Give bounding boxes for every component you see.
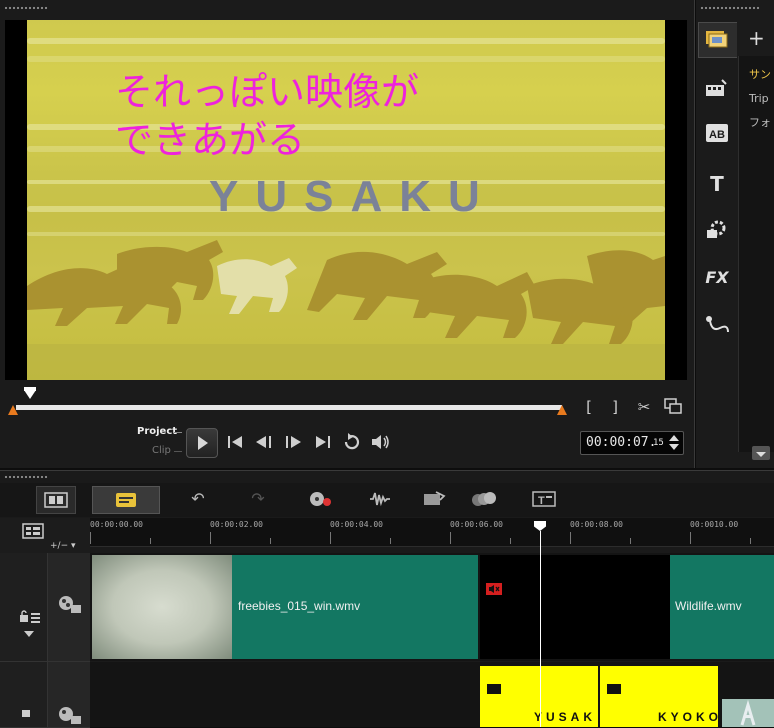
tick-label: 00:00:04.00 — [330, 520, 383, 529]
volume-icon[interactable] — [370, 433, 392, 455]
video-clip[interactable]: freebies_015_win.wmv — [92, 555, 478, 659]
title-clip[interactable]: KYOKO — [600, 666, 718, 727]
record-capture-icon[interactable] — [302, 486, 338, 512]
tick-label: 00:00:02.00 — [210, 520, 263, 529]
graphic-icon[interactable] — [702, 218, 732, 242]
clip-name: YUSAK — [534, 710, 597, 724]
timecode-up-icon[interactable] — [669, 435, 679, 441]
tick-label: 00:00:08.00 — [570, 520, 623, 529]
panel-grip[interactable] — [4, 6, 48, 10]
clip-thumbnail — [92, 555, 232, 659]
split-clip-icon[interactable]: ✂ — [634, 398, 654, 416]
trim-start-marker[interactable] — [8, 405, 18, 415]
tick-label: 00:0010.00 — [690, 520, 739, 529]
overlay-track-button[interactable] — [47, 662, 91, 727]
previous-frame-icon[interactable] — [254, 434, 276, 454]
caption-text: それっぽい映像が できあがる — [115, 70, 420, 162]
storyboard-view-icon[interactable] — [36, 486, 76, 514]
title-clip[interactable]: YUSAK — [480, 666, 598, 727]
title-icon[interactable]: T — [702, 172, 732, 196]
path-icon[interactable] — [702, 314, 732, 338]
sound-mixer-icon[interactable] — [362, 486, 398, 512]
mute-icon — [486, 583, 502, 595]
title-clip-icon — [487, 684, 501, 694]
video-frame-image: それっぽい映像が できあがる YUSAKU — [27, 20, 665, 380]
scrubber-handle[interactable] — [24, 390, 36, 399]
video-track-button[interactable] — [47, 553, 91, 661]
time-ruler[interactable]: 00:00:00.00 00:00:02.00 00:00:04.00 00:0… — [90, 518, 774, 547]
subtitle-editor-icon[interactable]: T — [526, 486, 562, 512]
timeline-panel: ↶ ↷ T +/− ▾ 00:00:00.00 00:00:02.00 00:0… — [0, 470, 774, 728]
library-item[interactable]: Trip — [749, 92, 769, 105]
video-preview: それっぽい映像が できあがる YUSAKU — [5, 20, 687, 380]
scrubber-handle-cap — [24, 387, 36, 391]
overlay-clip-thumbnail[interactable] — [722, 699, 774, 727]
go-to-end-icon[interactable] — [314, 434, 332, 454]
mode-indicator-line — [174, 451, 182, 452]
timecode-value: 00:00:07. — [586, 435, 657, 450]
instant-project-icon[interactable] — [702, 78, 732, 102]
clip-name: Wildlife.wmv — [675, 599, 742, 613]
timeline-view-icon[interactable] — [92, 486, 160, 514]
play-button[interactable] — [186, 428, 218, 458]
track-manager-icon[interactable] — [22, 522, 44, 544]
repeat-icon[interactable] — [342, 433, 362, 455]
ruler-ticks — [90, 532, 751, 544]
timecode-frames: 15 — [653, 438, 664, 448]
add-icon[interactable]: + — [748, 26, 765, 50]
panel-grip[interactable] — [700, 6, 760, 10]
timecode-field[interactable]: 00:00:07. 15 — [580, 431, 684, 455]
library-item[interactable]: フォ — [749, 114, 771, 130]
mark-in-button[interactable]: [ — [582, 398, 596, 416]
trim-end-marker[interactable] — [557, 405, 567, 415]
enlarge-preview-icon[interactable] — [662, 398, 684, 418]
redo-icon[interactable]: ↷ — [240, 486, 276, 512]
expand-track-icon[interactable] — [24, 631, 34, 637]
title-overlay-text: YUSAKU — [209, 172, 497, 221]
preview-panel: それっぽい映像が できあがる YUSAKU [ ] ✂ Project Clip… — [0, 0, 695, 468]
video-clip[interactable]: Wildlife.wmv — [670, 555, 774, 659]
mode-indicator-line — [174, 432, 182, 433]
overlay-track-header — [0, 662, 91, 728]
horses-image — [27, 240, 665, 380]
svg-text:AB: AB — [709, 129, 725, 141]
go-to-start-icon[interactable] — [226, 434, 244, 454]
transition-icon[interactable]: AB — [702, 122, 732, 146]
media-icon[interactable] — [702, 28, 732, 52]
track-lock-icon[interactable] — [20, 704, 34, 723]
video-track-header — [0, 553, 91, 662]
filter-fx-icon[interactable]: FX — [702, 266, 732, 290]
library-menu-button[interactable] — [752, 446, 770, 460]
video-clip-muted[interactable] — [480, 555, 670, 659]
tick-label: 00:00:00.00 — [90, 520, 143, 529]
svg-text:T: T — [538, 495, 545, 507]
panel-grip[interactable] — [4, 475, 48, 479]
next-frame-icon[interactable] — [283, 434, 305, 454]
undo-icon[interactable]: ↶ — [180, 486, 216, 512]
zoom-controls-icon[interactable]: +/− ▾ — [50, 541, 76, 551]
track-lock-icon[interactable] — [18, 609, 42, 628]
timecode-down-icon[interactable] — [669, 444, 679, 450]
project-mode-toggle[interactable]: Project — [137, 426, 177, 437]
library-list: サン Trip フォ — [738, 56, 774, 452]
playhead-line — [540, 531, 541, 727]
tick-label: 00:00:06.00 — [450, 520, 503, 529]
timeline-toolbar: ↶ ↷ T — [0, 483, 774, 517]
clip-name: freebies_015_win.wmv — [238, 599, 361, 613]
clip-mode-toggle[interactable]: Clip — [152, 445, 171, 456]
clip-name: KYOKO — [658, 710, 718, 724]
library-item[interactable]: サン — [749, 66, 771, 82]
auto-music-icon[interactable] — [416, 486, 452, 512]
motion-tracking-icon[interactable] — [466, 486, 502, 512]
library-panel: AB T FX + サン Trip フォ — [696, 0, 774, 468]
scrubber-track[interactable] — [16, 405, 562, 410]
mark-out-button[interactable]: ] — [608, 398, 622, 416]
title-clip-icon — [607, 684, 621, 694]
